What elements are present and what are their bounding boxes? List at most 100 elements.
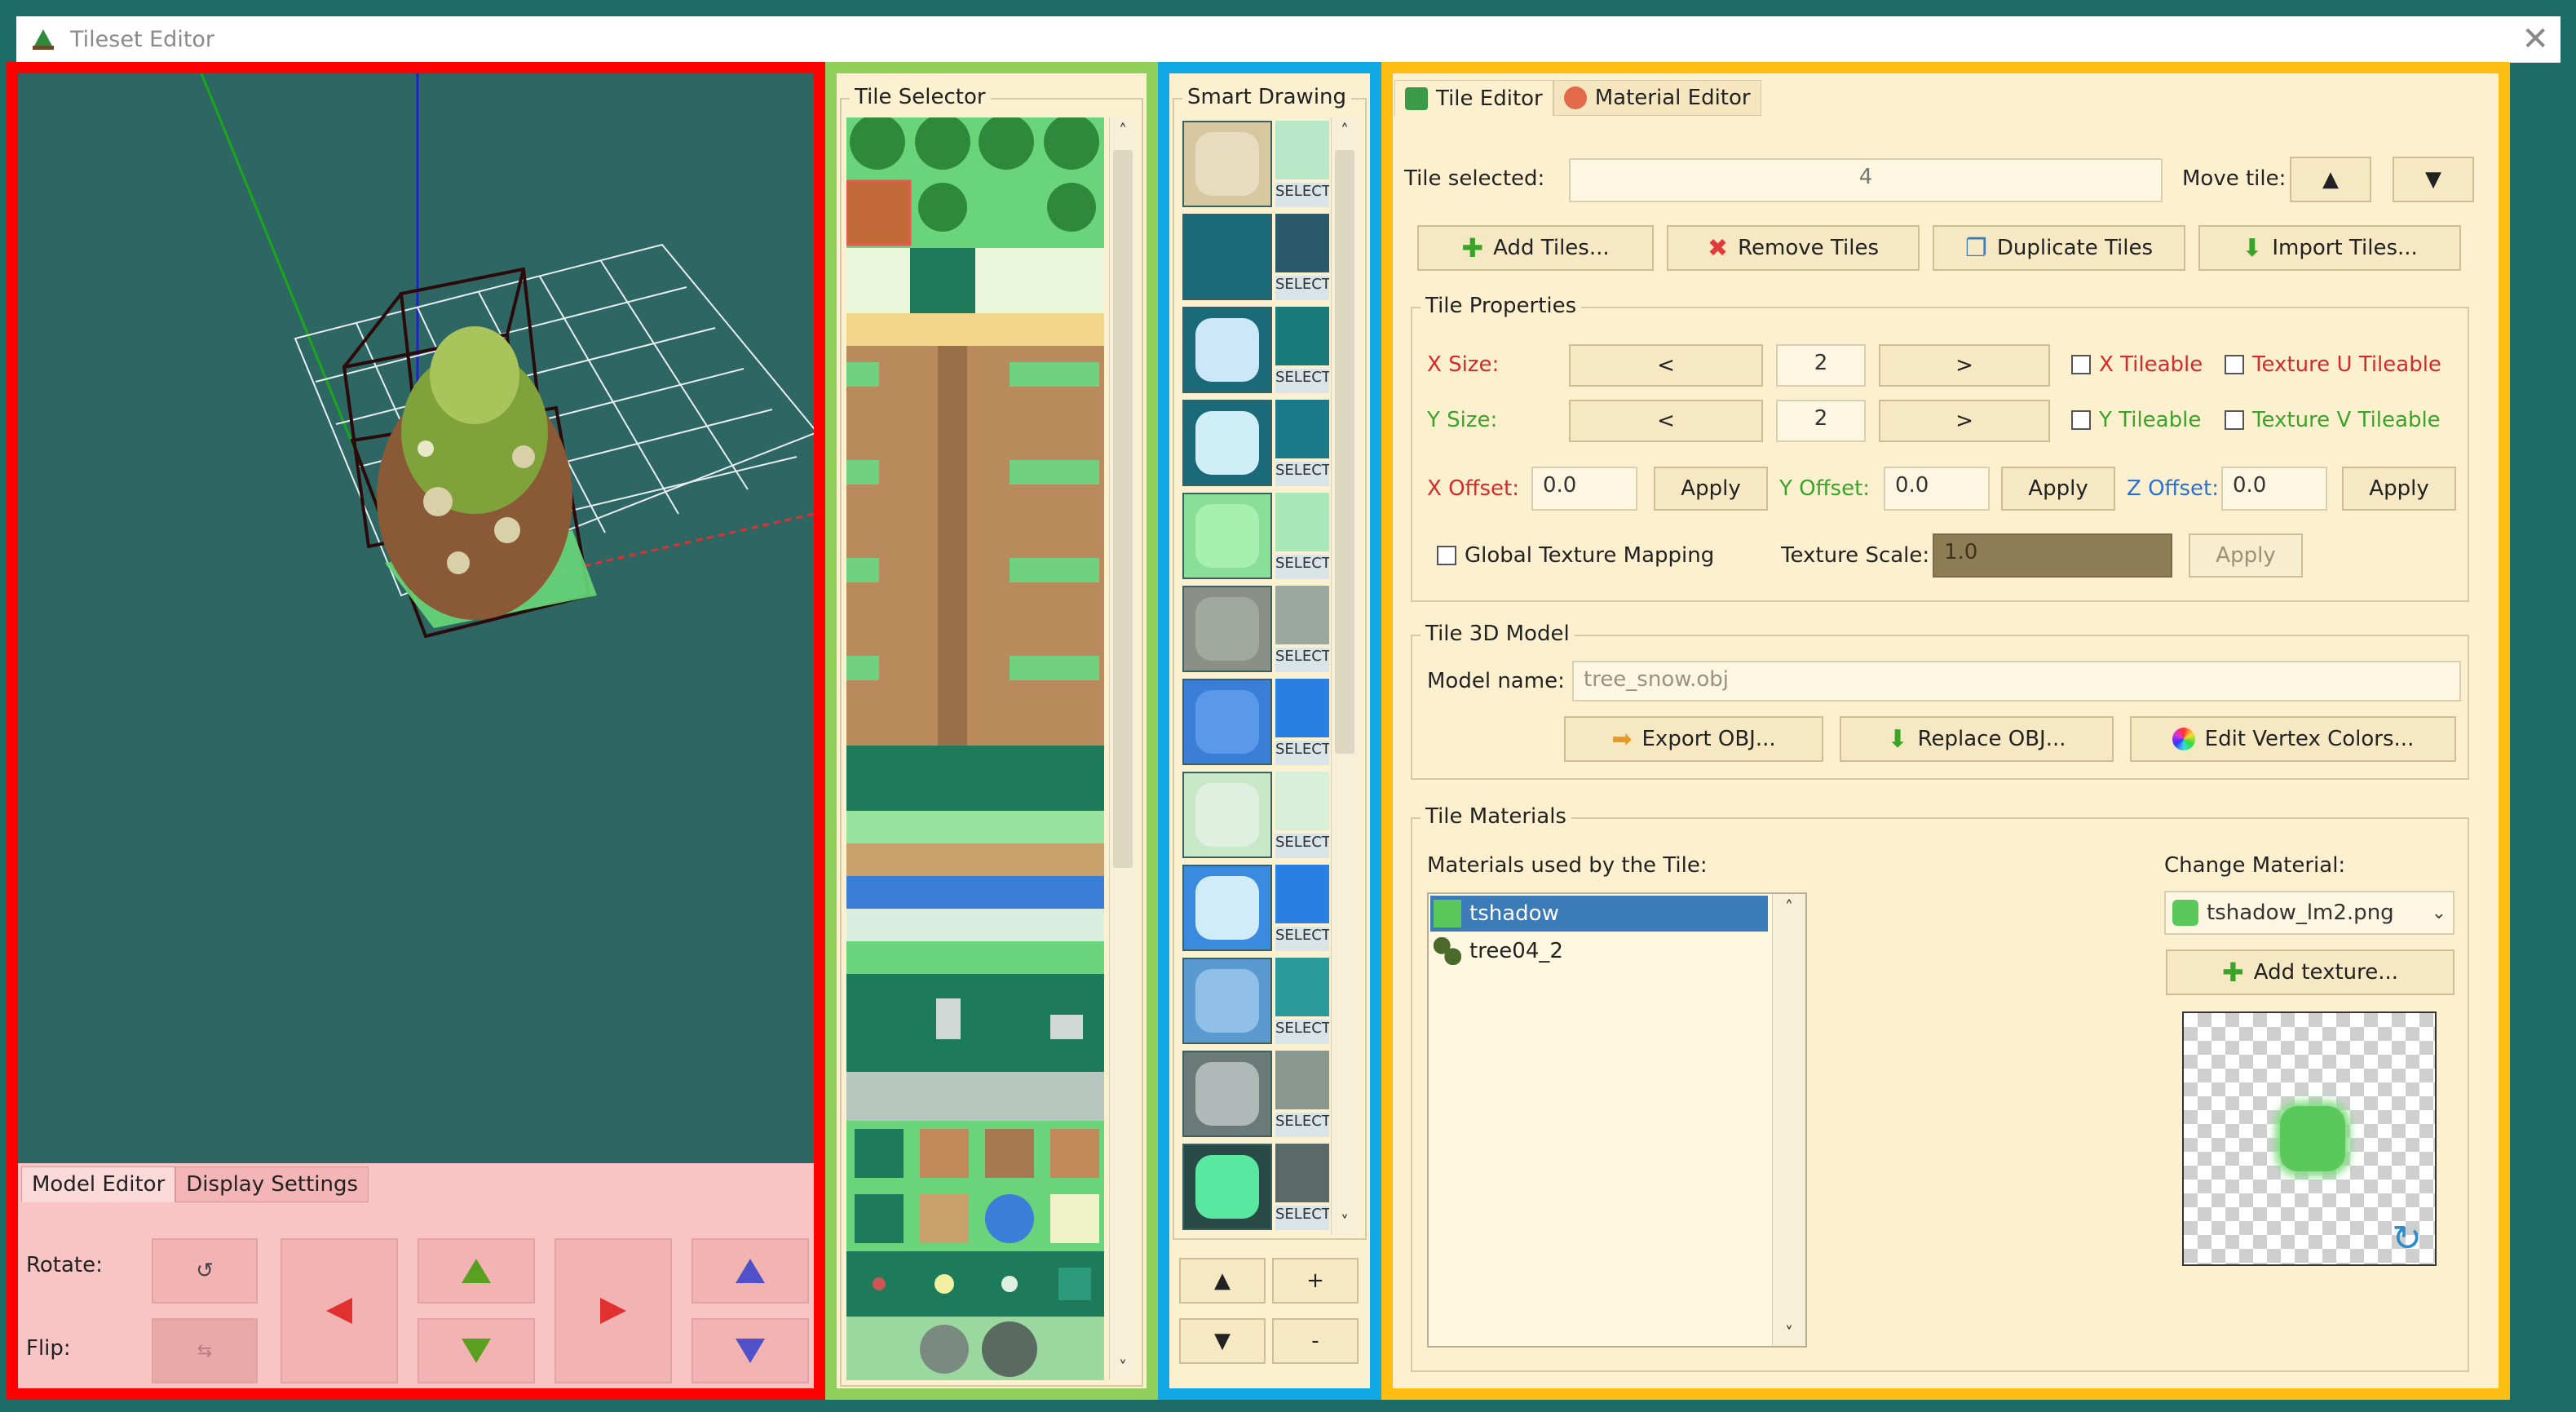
smart-drawing-item[interactable]: SELECT (1179, 954, 1329, 1047)
smart-drawing-item[interactable]: SELECT (1179, 861, 1329, 954)
materials-scroll-up-icon[interactable]: ˄ (1773, 897, 1805, 917)
tile-3d-model-title: Tile 3D Model (1421, 622, 1575, 646)
y-tileable-box[interactable] (2071, 410, 2091, 430)
select-label[interactable]: SELECT (1275, 1020, 1329, 1044)
tile-materials-title: Tile Materials (1421, 804, 1571, 829)
select-label[interactable]: SELECT (1275, 648, 1329, 672)
move-down-blue-button[interactable] (691, 1318, 809, 1383)
edit-vertex-colors-button[interactable]: Edit Vertex Colors... (2130, 716, 2456, 762)
move-up-green-button[interactable] (418, 1238, 535, 1304)
import-tiles-button[interactable]: ⬇ Import Tiles... (2198, 225, 2461, 271)
replace-obj-button[interactable]: ⬇ Replace OBJ... (1840, 716, 2114, 762)
y-tileable-checkbox[interactable]: Y Tileable (2071, 408, 2201, 432)
texture-u-tileable-checkbox[interactable]: Texture U Tileable (2225, 352, 2441, 377)
move-up-blue-button[interactable] (691, 1238, 809, 1304)
remove-tiles-button[interactable]: ✖ Remove Tiles (1667, 225, 1920, 271)
select-label[interactable]: SELECT (1275, 1113, 1329, 1137)
y-size-field[interactable]: 2 (1776, 400, 1866, 442)
chevron-down-icon: ⌄ (2431, 902, 2446, 923)
scroll-up-icon[interactable]: ˄ (1110, 121, 1136, 140)
y-offset-apply-button[interactable]: Apply (2001, 467, 2115, 511)
texture-u-tileable-box[interactable] (2225, 355, 2244, 374)
rotate-texture-icon[interactable]: ↻ (2392, 1218, 2422, 1259)
smart-scroll-up-icon[interactable]: ˄ (1332, 121, 1358, 140)
tile-grid[interactable] (846, 117, 1104, 1380)
texture-v-tileable-box[interactable] (2225, 410, 2244, 430)
smart-drawing-item[interactable]: SELECT (1179, 582, 1329, 675)
move-left-button[interactable] (281, 1238, 398, 1383)
x-offset-apply-button[interactable]: Apply (1654, 467, 1768, 511)
move-right-button[interactable] (555, 1238, 672, 1383)
smart-move-up-button[interactable]: ▲ (1179, 1258, 1266, 1304)
select-label[interactable]: SELECT (1275, 927, 1329, 951)
smart-drawing-item[interactable]: SELECT (1179, 210, 1329, 303)
scroll-thumb[interactable] (1113, 150, 1133, 868)
x-tileable-checkbox[interactable]: X Tileable (2071, 352, 2203, 377)
x-offset-field[interactable]: 0.0 (1531, 467, 1637, 511)
smart-drawing-scrollbar[interactable]: ˄ ˅ (1331, 117, 1358, 1235)
add-tiles-button[interactable]: ✚ Add Tiles... (1417, 225, 1654, 271)
smart-move-down-button[interactable]: ▼ (1179, 1318, 1266, 1364)
smart-drawing-preview-center (1195, 783, 1259, 847)
texture-scale-apply-button[interactable]: Apply (2189, 533, 2303, 578)
select-label[interactable]: SELECT (1275, 741, 1329, 765)
material-item-tshadow[interactable]: tshadow (1430, 896, 1768, 932)
texture-v-tileable-checkbox[interactable]: Texture V Tileable (2225, 408, 2441, 432)
materials-list[interactable]: tshadow tree04_2 ˄ ˅ (1427, 892, 1807, 1348)
smart-scroll-down-icon[interactable]: ˅ (1332, 1212, 1358, 1232)
smart-scroll-thumb[interactable] (1335, 150, 1354, 754)
move-down-green-button[interactable] (418, 1318, 535, 1383)
z-offset-field[interactable]: 0.0 (2221, 467, 2327, 511)
tile-properties-title: Tile Properties (1421, 294, 1582, 318)
smart-drawing-item[interactable]: SELECT (1179, 396, 1329, 489)
change-material-dropdown[interactable]: tshadow_lm2.png ⌄ (2164, 891, 2454, 935)
3d-viewport[interactable] (18, 73, 819, 1163)
x-size-field[interactable]: 2 (1776, 344, 1866, 387)
select-label[interactable]: SELECT (1275, 276, 1329, 300)
smart-drawing-item[interactable]: SELECT (1179, 1047, 1329, 1140)
global-texture-mapping-box[interactable] (1437, 546, 1456, 565)
tab-material-editor[interactable]: Material Editor (1553, 80, 1761, 116)
x-tileable-box[interactable] (2071, 355, 2091, 374)
select-label[interactable]: SELECT (1275, 369, 1329, 393)
select-label[interactable]: SELECT (1275, 1206, 1329, 1230)
move-tile-up-button[interactable]: ▲ (2290, 157, 2371, 202)
tab-tile-editor[interactable]: Tile Editor (1394, 80, 1553, 116)
flip-button[interactable]: ⇆ (152, 1318, 258, 1383)
smart-drawing-list[interactable]: SELECT SELECT SELECT SELECT SELECT SELECT SELE… (1179, 117, 1329, 1235)
x-size-increase-button[interactable]: > (1879, 344, 2050, 387)
x-size-decrease-button[interactable]: < (1569, 344, 1763, 387)
tile-selector-scrollbar[interactable]: ˄ ˅ (1109, 117, 1136, 1380)
select-label[interactable]: SELECT (1275, 462, 1329, 486)
y-size-decrease-button[interactable]: < (1569, 400, 1763, 442)
z-offset-apply-button[interactable]: Apply (2342, 467, 2456, 511)
close-icon[interactable]: ✕ (2521, 21, 2549, 57)
smart-drawing-item[interactable]: SELECT (1179, 768, 1329, 861)
duplicate-tiles-button[interactable]: ❐ Duplicate Tiles (1933, 225, 2185, 271)
global-texture-mapping-checkbox[interactable]: Global Texture Mapping (1437, 543, 1714, 568)
y-offset-field[interactable]: 0.0 (1884, 467, 1990, 511)
y-size-increase-button[interactable]: > (1879, 400, 2050, 442)
smart-drawing-item[interactable]: SELECT (1179, 489, 1329, 582)
move-tile-down-button[interactable]: ▼ (2393, 157, 2474, 202)
select-label[interactable]: SELECT (1275, 555, 1329, 579)
smart-drawing-item[interactable]: SELECT (1179, 675, 1329, 768)
add-texture-button[interactable]: ✚ Add texture... (2166, 949, 2454, 995)
material-item-tree04-2[interactable]: tree04_2 (1430, 933, 1768, 969)
smart-drawing-item[interactable]: SELECT (1179, 303, 1329, 396)
select-label[interactable]: SELECT (1275, 834, 1329, 858)
tab-display-settings[interactable]: Display Settings (175, 1166, 369, 1202)
smart-drawing-item[interactable]: SELECT (1179, 1140, 1329, 1233)
smart-drawing-mini (1275, 586, 1329, 644)
materials-scroll-down-icon[interactable]: ˅ (1773, 1323, 1805, 1343)
material-name: tshadow (1469, 901, 1559, 926)
smart-add-button[interactable]: + (1272, 1258, 1359, 1304)
smart-remove-button[interactable]: - (1272, 1318, 1359, 1364)
materials-scrollbar[interactable]: ˄ ˅ (1772, 894, 1805, 1346)
tab-model-editor[interactable]: Model Editor (21, 1166, 176, 1202)
rotate-button[interactable]: ↺ (152, 1238, 258, 1304)
smart-drawing-item[interactable]: SELECT (1179, 117, 1329, 210)
export-obj-button[interactable]: ➡ Export OBJ... (1564, 716, 1823, 762)
scroll-down-icon[interactable]: ˅ (1110, 1357, 1136, 1377)
select-label[interactable]: SELECT (1275, 183, 1329, 207)
